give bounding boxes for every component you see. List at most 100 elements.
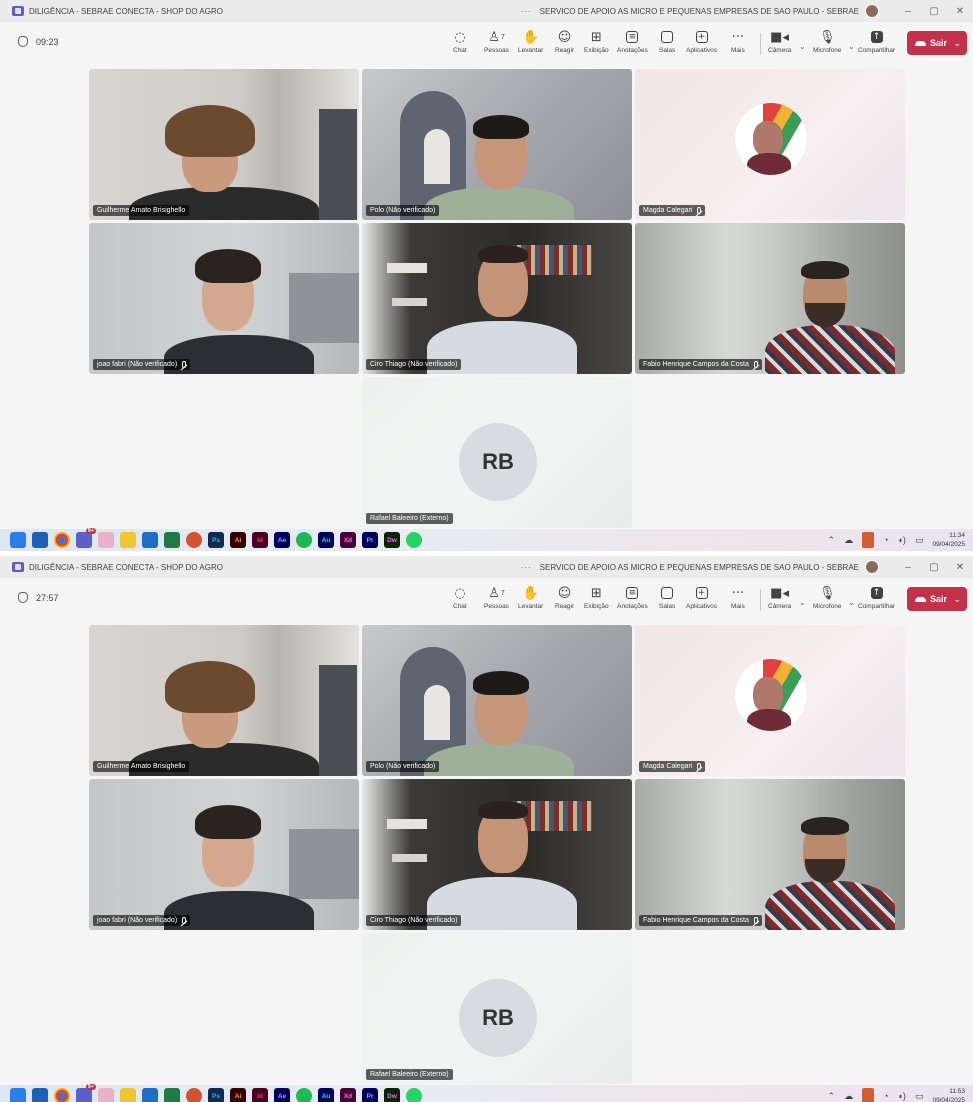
account-avatar[interactable] (865, 4, 879, 18)
leave-button[interactable]: Sair ⌄ (907, 587, 967, 611)
close-button[interactable]: ✕ (947, 562, 973, 573)
battery-icon[interactable]: ▭ (915, 1091, 924, 1102)
leave-button[interactable]: Sair ⌄ (907, 31, 967, 55)
more-button[interactable]: ··· Mais (731, 27, 745, 55)
illustrator-icon[interactable]: Ai (230, 532, 246, 548)
view-button[interactable]: ⊞ Exibição (584, 583, 609, 611)
apps-button[interactable]: + Aplicativos (686, 27, 717, 54)
share-button[interactable]: ↑ Compartilhar (858, 583, 895, 610)
indesign-icon[interactable]: Id (252, 532, 268, 548)
video-tile-magda[interactable]: Magda Calegari (635, 625, 905, 776)
restore-button[interactable]: ▢ (921, 6, 947, 17)
after-effects-icon[interactable]: Ae (274, 532, 290, 548)
photoshop-icon[interactable]: Ps (208, 532, 224, 548)
rooms-button[interactable]: Salas (659, 27, 675, 54)
video-tile-guilherme[interactable]: Guilherme Amato Brisighello (89, 625, 359, 776)
spotify-icon[interactable] (296, 1088, 312, 1102)
windows-start-icon[interactable] (10, 1088, 26, 1102)
whatsapp-icon[interactable] (406, 1088, 422, 1102)
microphone-in-use-icon[interactable] (862, 1088, 875, 1102)
minimize-button[interactable]: – (895, 6, 921, 17)
excel-icon[interactable] (164, 532, 180, 548)
restore-button[interactable]: ▢ (921, 562, 947, 573)
chat-button[interactable]: ◌ Chat (453, 27, 467, 55)
camera-button[interactable]: ■◂ Câmera (768, 583, 791, 611)
leave-options-chevron-icon[interactable]: ⌄ (953, 38, 961, 49)
apps-button[interactable]: + Aplicativos (686, 583, 717, 610)
volume-icon[interactable]: ◖) (898, 535, 906, 545)
camera-options-chevron-icon[interactable]: ⌄ (799, 42, 806, 51)
rooms-button[interactable]: Salas (659, 583, 675, 610)
taskbar-clock[interactable]: 11:53 09/04/2025 (932, 1087, 965, 1102)
raise-hand-button[interactable]: ✋ Levantar (518, 27, 543, 55)
close-button[interactable]: ✕ (947, 6, 973, 17)
leave-options-chevron-icon[interactable]: ⌄ (953, 594, 961, 605)
xd-icon[interactable]: Xd (340, 1088, 356, 1102)
word-icon[interactable] (142, 1088, 158, 1102)
dreamweaver-icon[interactable]: Dw (384, 1088, 400, 1102)
wifi-icon[interactable]: ◔ (883, 535, 888, 545)
video-tile-ciro[interactable]: Ciro Thiago (Não verificado) (362, 779, 632, 930)
video-tile-fabio[interactable]: Fabio Henrique Campos da Costa (635, 223, 905, 374)
volume-icon[interactable]: ◖) (898, 1091, 906, 1101)
photos-icon[interactable] (98, 532, 114, 548)
microphone-in-use-icon[interactable] (862, 532, 875, 548)
people-button[interactable]: ♙ 7 Pessoas (484, 27, 509, 55)
notes-button[interactable]: ≡ Anotações (617, 583, 648, 610)
microphone-options-chevron-icon[interactable]: ⌄ (848, 42, 855, 51)
outlook-icon[interactable] (32, 532, 48, 548)
video-tile-polo[interactable]: Polo (Não verificado) (362, 69, 632, 220)
file-explorer-icon[interactable] (120, 532, 136, 548)
premiere-icon[interactable]: Pr (362, 1088, 378, 1102)
spotify-icon[interactable] (296, 532, 312, 548)
video-tile-fabio[interactable]: Fabio Henrique Campos da Costa (635, 779, 905, 930)
microphone-button[interactable]: 🎙 Microfone (813, 583, 842, 611)
windows-start-icon[interactable] (10, 532, 26, 548)
video-tile-rafael[interactable]: RB Rafael Baleeiro (Externo) (362, 933, 632, 1084)
outlook-icon[interactable] (32, 1088, 48, 1102)
teams-taskbar-icon[interactable]: 9+ (76, 1084, 96, 1102)
minimize-button[interactable]: – (895, 562, 921, 573)
premiere-icon[interactable]: Pr (362, 532, 378, 548)
photos-icon[interactable] (98, 1088, 114, 1102)
indesign-icon[interactable]: Id (252, 1088, 268, 1102)
microphone-options-chevron-icon[interactable]: ⌄ (848, 598, 855, 607)
microphone-button[interactable]: 🎙 Microfone (813, 27, 842, 55)
react-button[interactable]: ☺ Reagir (555, 27, 574, 55)
file-explorer-icon[interactable] (120, 1088, 136, 1102)
more-button[interactable]: ··· Mais (731, 583, 745, 611)
view-button[interactable]: ⊞ Exibição (584, 27, 609, 55)
xd-icon[interactable]: Xd (340, 532, 356, 548)
video-tile-polo[interactable]: Polo (Não verificado) (362, 625, 632, 776)
cloud-icon[interactable]: ☁ (844, 535, 853, 546)
after-effects-icon[interactable]: Ae (274, 1088, 290, 1102)
more-options-icon[interactable]: ··· (521, 563, 532, 572)
video-tile-ciro[interactable]: Ciro Thiago (Não verificado) (362, 223, 632, 374)
video-tile-guilherme[interactable]: Guilherme Amato Brisighello (89, 69, 359, 220)
video-tile-joao[interactable]: joao fabri (Não verificado) (89, 779, 359, 930)
audition-icon[interactable]: Au (318, 532, 334, 548)
chevron-up-icon[interactable]: ⌃ (828, 535, 836, 546)
video-tile-rafael[interactable]: RB Rafael Baleeiro (Externo) (362, 377, 632, 528)
dreamweaver-icon[interactable]: Dw (384, 532, 400, 548)
excel-icon[interactable] (164, 1088, 180, 1102)
powerpoint-icon[interactable] (186, 532, 202, 548)
whatsapp-icon[interactable] (406, 532, 422, 548)
chrome-icon[interactable] (54, 532, 70, 548)
wifi-icon[interactable]: ◔ (883, 1091, 888, 1101)
camera-button[interactable]: ■◂ Câmera (768, 27, 791, 55)
powerpoint-icon[interactable] (186, 1088, 202, 1102)
battery-icon[interactable]: ▭ (915, 535, 924, 546)
cloud-icon[interactable]: ☁ (844, 1091, 853, 1102)
video-tile-magda[interactable]: Magda Calegari (635, 69, 905, 220)
raise-hand-button[interactable]: ✋ Levantar (518, 583, 543, 611)
video-tile-joao[interactable]: joao fabri (Não verificado) (89, 223, 359, 374)
camera-options-chevron-icon[interactable]: ⌄ (799, 598, 806, 607)
teams-taskbar-icon[interactable]: 9+ (76, 528, 96, 548)
notes-button[interactable]: ≡ Anotações (617, 27, 648, 54)
word-icon[interactable] (142, 532, 158, 548)
people-button[interactable]: ♙ 7 Pessoas (484, 583, 509, 611)
photoshop-icon[interactable]: Ps (208, 1088, 224, 1102)
illustrator-icon[interactable]: Ai (230, 1088, 246, 1102)
share-button[interactable]: ↑ Compartilhar (858, 27, 895, 54)
